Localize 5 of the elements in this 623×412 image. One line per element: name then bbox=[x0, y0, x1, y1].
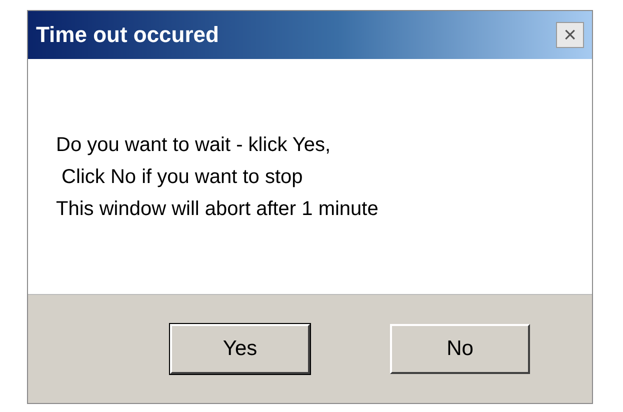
message-text: Do you want to wait - klick Yes, Click No if you want to stop This window will abort after 1 minute bbox=[56, 132, 378, 222]
dialog-button[interactable]: No bbox=[390, 324, 530, 374]
close-button[interactable]: × bbox=[556, 22, 584, 48]
dialog-button[interactable]: Yes bbox=[170, 324, 310, 374]
window-title: Time out occured bbox=[36, 22, 219, 48]
